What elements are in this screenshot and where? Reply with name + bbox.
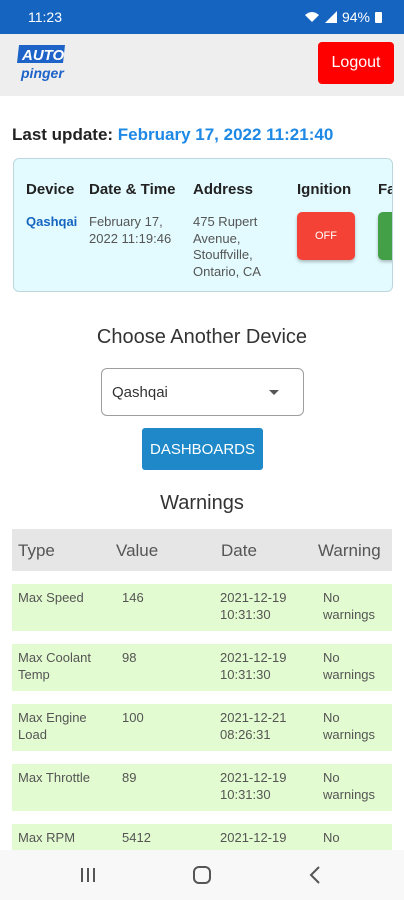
wifi-icon xyxy=(304,12,319,22)
col-type: Type xyxy=(18,541,55,560)
header-address: Address xyxy=(193,181,254,198)
row-warning: No xyxy=(323,830,340,845)
logout-button[interactable]: Logout xyxy=(318,42,394,84)
row-date: 2021-12-19 xyxy=(220,830,287,845)
header-date-time: Date & Time xyxy=(89,181,176,198)
battery-icon xyxy=(375,11,382,23)
row-value: 146 xyxy=(122,590,144,605)
last-update-label: Last update: xyxy=(12,125,114,144)
warning-row: Max Throttle 89 2021-12-19 10:31:30 No war… xyxy=(12,764,392,811)
home-icon[interactable] xyxy=(182,862,222,888)
row-value: 89 xyxy=(122,770,137,785)
row-warning: No warnings xyxy=(323,590,376,622)
row-value: 98 xyxy=(122,650,137,665)
device-name[interactable]: Qashqai xyxy=(26,214,77,231)
dashboards-button[interactable]: DASHBOARDS xyxy=(142,428,263,470)
chevron-down-icon xyxy=(269,390,279,395)
signal-icon xyxy=(324,11,337,23)
row-type: Max Speed xyxy=(18,590,84,605)
warnings-table-header: Type Value Date Warning xyxy=(12,529,392,571)
svg-text:pinger: pinger xyxy=(20,65,65,81)
app-header: AUTO pinger Logout xyxy=(0,34,404,96)
fa-button[interactable] xyxy=(378,212,392,260)
row-type: Max RPM xyxy=(18,830,76,845)
device-status-card: Device Date & Time Address Ignition Fa Q… xyxy=(13,158,393,292)
row-date: 2021-12-19 10:31:30 xyxy=(220,650,287,682)
svg-text:AUTO: AUTO xyxy=(21,47,65,64)
warning-row: Max Coolant Temp 98 2021-12-19 10:31:30 No… xyxy=(12,644,392,691)
col-value: Value xyxy=(116,541,159,560)
device-address: 475 Rupert Avenue, Stouffville, Ontario,… xyxy=(193,214,261,279)
row-date: 2021-12-19 10:31:30 xyxy=(220,770,287,802)
ignition-toggle-button[interactable]: OFF xyxy=(297,212,355,260)
col-date: Date xyxy=(221,541,257,560)
row-value: 100 xyxy=(122,710,144,725)
warning-row: Max Speed 146 2021-12-19 10:31:30 No warni… xyxy=(12,584,392,631)
status-bar: 11:23 94% xyxy=(0,0,404,34)
header-device: Device xyxy=(26,181,75,198)
row-type: Max Throttle xyxy=(18,770,91,785)
row-type: Max Coolant Temp xyxy=(18,650,91,682)
battery-percent: 94% xyxy=(341,9,370,25)
row-warning: No warnings xyxy=(323,650,376,682)
last-update-value: February 17, 2022 11:21:40 xyxy=(117,125,334,144)
row-warning: No warnings xyxy=(323,710,376,742)
warnings-title: Warnings xyxy=(160,492,244,514)
header-fa: Fa xyxy=(378,181,392,198)
row-type: Max Engine Load xyxy=(18,710,87,742)
header-ignition: Ignition xyxy=(297,181,352,198)
row-date: 2021-12-21 08:26:31 xyxy=(220,710,287,742)
col-warning: Warning xyxy=(318,541,381,560)
row-date: 2021-12-19 10:31:30 xyxy=(220,590,287,622)
choose-device-title: Choose Another Device xyxy=(96,326,308,348)
recent-apps-icon[interactable] xyxy=(68,862,108,888)
row-value: 5412 xyxy=(122,830,151,845)
device-select-value: Qashqai xyxy=(112,384,168,401)
last-update: Last update: February 17, 2022 11:21:40 xyxy=(12,125,333,145)
system-nav-bar xyxy=(0,850,404,900)
device-select[interactable]: Qashqai xyxy=(101,368,304,416)
device-datetime: February 17, 2022 11:19:46 xyxy=(89,214,172,246)
row-warning: No warnings xyxy=(323,770,376,802)
back-icon[interactable] xyxy=(296,862,336,888)
autopinger-logo: AUTO pinger xyxy=(17,45,65,81)
warning-row: Max Engine Load 100 2021-12-21 08:26:31 No… xyxy=(12,704,392,751)
status-icons: 94% xyxy=(304,9,382,25)
status-time: 11:23 xyxy=(28,9,62,25)
